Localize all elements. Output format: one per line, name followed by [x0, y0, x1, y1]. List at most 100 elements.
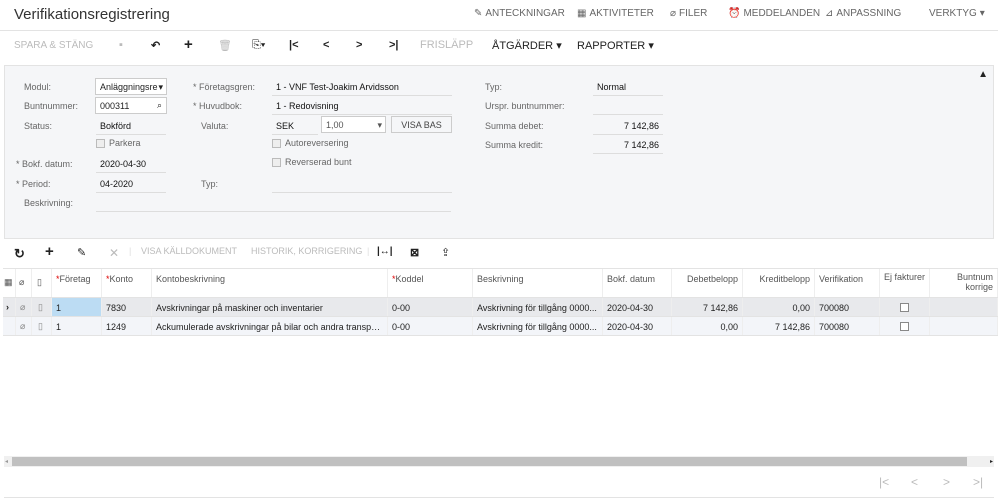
table-cell[interactable]: 0,00	[672, 317, 743, 335]
scrollbar-thumb[interactable]	[12, 457, 967, 466]
col-company[interactable]: *Företag	[52, 269, 102, 297]
first-page-icon[interactable]: |<	[879, 475, 889, 489]
col-account[interactable]: *Konto	[102, 269, 152, 297]
branch-input[interactable]: 1 - VNF Test-Joakim Arvidsson	[272, 82, 452, 96]
table-cell[interactable]: 1	[52, 298, 102, 316]
batch-number-label: Buntnummer:	[24, 101, 79, 111]
rate-select[interactable]: 1,00 ▾	[321, 116, 386, 133]
view-source-button[interactable]: VISA KÄLLDOKUMENT	[141, 246, 237, 256]
period-input[interactable]: 04-2020	[96, 179, 166, 193]
delete-icon[interactable]: 🗑	[218, 39, 232, 52]
col-date[interactable]: Bokf. datum	[603, 269, 672, 297]
collapse-icon[interactable]: ▲	[978, 69, 988, 80]
note-icon[interactable]: ▯	[32, 298, 52, 316]
notes-button[interactable]: ✎ ANTECKNINGAR	[474, 8, 565, 19]
auto-reversing-checkbox[interactable]: Autoreversering	[272, 138, 349, 149]
save-close-button[interactable]: SPARA & STÄNG	[14, 40, 93, 51]
table-cell[interactable]: Avskrivningar på maskiner och inventarie…	[152, 298, 388, 316]
currency-input[interactable]: SEK	[272, 121, 318, 135]
table-cell[interactable]: 2020-04-30	[603, 298, 672, 316]
non-billable-checkbox[interactable]	[880, 298, 930, 316]
history-button[interactable]: HISTORIK, KORRIGERING	[251, 246, 362, 256]
next-record-icon[interactable]: >	[356, 39, 362, 51]
undo-icon[interactable]: ↶	[151, 39, 160, 52]
customize-button[interactable]: ⊿ ANPASSNING	[825, 8, 901, 19]
add-row-icon[interactable]: +	[45, 243, 54, 260]
scroll-right-icon[interactable]: ▸	[990, 458, 993, 465]
note-icon[interactable]: ▯	[32, 317, 52, 335]
refresh-icon[interactable]: ↻	[14, 246, 25, 262]
ledger-input[interactable]: 1 - Redovisning	[272, 101, 452, 115]
note-icon: ✎	[474, 8, 483, 19]
export-excel-icon[interactable]: ⊠	[410, 246, 419, 259]
last-page-icon[interactable]: >|	[973, 475, 983, 489]
table-cell[interactable]: 7 142,86	[672, 298, 743, 316]
table-cell[interactable]: Ackumulerade avskrivningar på bilar och …	[152, 317, 388, 335]
batch-number-input[interactable]: 000311 ⌕	[95, 97, 167, 114]
description-label: Beskrivning:	[24, 198, 74, 208]
table-cell[interactable]: Avskrivning för tillgång 0000...	[473, 298, 603, 316]
col-credit[interactable]: Kreditbelopp	[743, 269, 815, 297]
col-subaccount[interactable]: *Koddel	[388, 269, 473, 297]
table-cell[interactable]: 700080	[815, 298, 880, 316]
view-base-button[interactable]: VISA BAS	[391, 116, 452, 133]
search-icon[interactable]: ⌕	[157, 100, 162, 111]
date-input[interactable]: 2020-04-30	[96, 159, 166, 173]
col-description[interactable]: Beskrivning	[473, 269, 603, 297]
horizontal-scrollbar[interactable]: ◂ ▸	[4, 456, 994, 467]
next-page-icon[interactable]: >	[943, 475, 950, 489]
table-cell[interactable]: 0-00	[388, 298, 473, 316]
table-cell[interactable]: 7830	[102, 298, 152, 316]
delete-row-icon[interactable]: ✕	[109, 246, 119, 260]
table-cell[interactable]: Avskrivning för tillgång 0000...	[473, 317, 603, 335]
table-cell[interactable]: 0,00	[743, 298, 815, 316]
page-title: Verifikationsregistrering	[14, 6, 170, 23]
actions-menu[interactable]: ÅTGÄRDER ▾	[492, 39, 562, 53]
release-button[interactable]: FRISLÄPP	[420, 39, 473, 51]
orig-batch-value	[593, 101, 663, 115]
col-voucher[interactable]: Verifikation	[815, 269, 880, 297]
type2-input[interactable]	[272, 179, 452, 193]
reversed-batch-checkbox[interactable]: Reverserad bunt	[272, 157, 352, 168]
previous-record-icon[interactable]: <	[323, 39, 329, 51]
col-batch-corr[interactable]: Buntnum korrige	[930, 269, 998, 297]
table-cell[interactable]: 0-00	[388, 317, 473, 335]
row-selector-icon[interactable]: ▦	[3, 269, 16, 297]
attachment-icon[interactable]: ⌀	[16, 317, 32, 335]
description-input[interactable]	[96, 198, 451, 212]
reports-menu[interactable]: RAPPORTER ▾	[577, 39, 654, 53]
tools-menu[interactable]: VERKTYG ▾	[929, 8, 985, 19]
scroll-left-icon[interactable]: ◂	[5, 458, 8, 465]
table-cell[interactable]: 7 142,86	[743, 317, 815, 335]
col-debit[interactable]: Debetbelopp	[672, 269, 743, 297]
table-cell[interactable]: 1249	[102, 317, 152, 335]
non-billable-checkbox[interactable]	[880, 317, 930, 335]
hold-checkbox[interactable]: Parkera	[96, 138, 141, 149]
col-account-desc[interactable]: Kontobeskrivning	[152, 269, 388, 297]
type2-label: Typ:	[201, 179, 219, 189]
table-cell[interactable]: 2020-04-30	[603, 317, 672, 335]
upload-icon[interactable]: ⇪	[441, 246, 450, 259]
table-cell	[930, 298, 998, 316]
attachment-icon[interactable]: ⌀	[16, 298, 32, 316]
add-icon[interactable]: +	[184, 36, 193, 53]
table-row[interactable]: ⌀ ▯ 1 1249 Ackumulerade avskrivningar på bi…	[3, 317, 998, 336]
edit-icon[interactable]: ✎	[77, 246, 86, 259]
module-select[interactable]: Anläggningsre ▾	[95, 78, 167, 95]
activities-button[interactable]: ▦ AKTIVITETER	[577, 8, 654, 19]
prev-page-icon[interactable]: <	[911, 475, 918, 489]
col-non-billable[interactable]: Ej fakturer	[880, 269, 930, 297]
fit-columns-icon[interactable]: |↔|	[377, 246, 393, 257]
first-record-icon[interactable]: |<	[289, 39, 299, 51]
copy-paste-icon[interactable]: ⎘▾	[252, 39, 265, 52]
table-cell[interactable]: 700080	[815, 317, 880, 335]
status-value: Bokförd	[96, 121, 166, 135]
alarm-icon: ⏰	[728, 8, 741, 19]
table-cell[interactable]: 1	[52, 317, 102, 335]
last-record-icon[interactable]: >|	[389, 39, 399, 51]
files-button[interactable]: ⌀ FILER	[670, 8, 707, 19]
table-row[interactable]: › ⌀ ▯ 1 7830 Avskrivningar på maskiner och …	[3, 298, 998, 317]
debit-total-label: Summa debet:	[485, 121, 544, 131]
notifications-button[interactable]: ⏰ MEDDELANDEN	[728, 8, 820, 19]
save-icon[interactable]: ▪	[119, 39, 123, 51]
